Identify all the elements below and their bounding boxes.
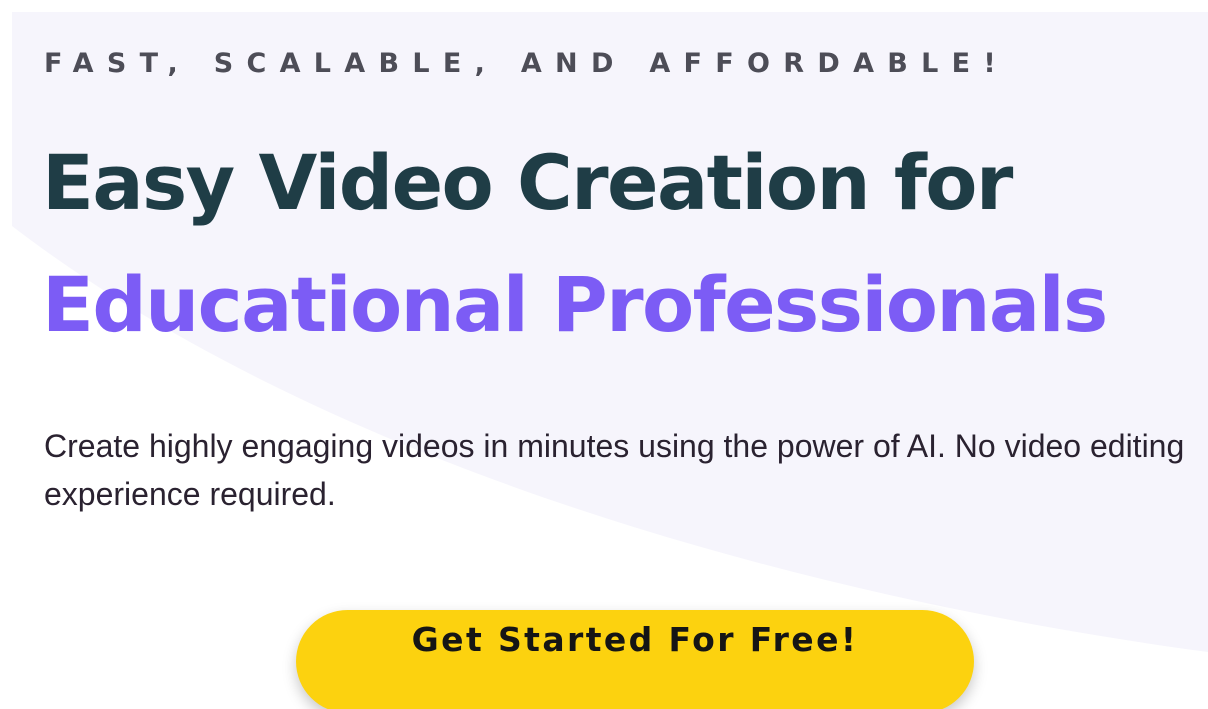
hero-eyebrow: FAST, SCALABLE, AND AFFORDABLE!: [44, 48, 1010, 79]
hero-section: FAST, SCALABLE, AND AFFORDABLE! Easy Vid…: [0, 0, 1208, 709]
get-started-button[interactable]: Get Started For Free!: [296, 610, 974, 709]
hero-subtitle: Create highly engaging videos in minutes…: [44, 428, 1185, 512]
headline-line-accent: Educational Professionals: [42, 260, 1108, 349]
get-started-button-label: Get Started For Free!: [411, 620, 859, 659]
hero-headline: Easy Video Creation for Educational Prof…: [42, 122, 1108, 366]
headline-line-primary: Easy Video Creation for: [42, 138, 1013, 227]
